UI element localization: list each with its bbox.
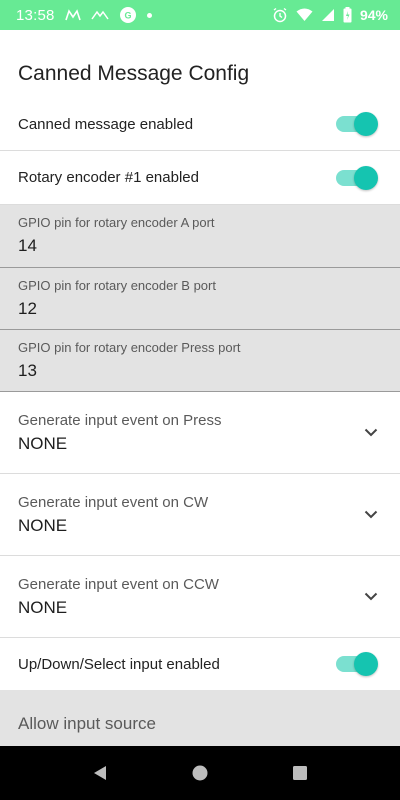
chevron-down-icon[interactable] [364,586,378,605]
chevron-down-icon[interactable] [364,504,378,523]
gpio-pin-a-field[interactable]: GPIO pin for rotary encoder A port 14 [0,205,400,268]
allow-input-source-field[interactable]: Allow input source [0,690,400,746]
wifi-icon [296,8,313,22]
status-right: 94% [272,7,388,23]
recents-icon[interactable] [285,758,315,788]
gpio-pin-press-label: GPIO pin for rotary encoder Press port [18,340,241,355]
event-on-ccw-value: NONE [18,598,68,617]
event-on-cw-value: NONE [18,516,68,535]
status-left: 13:58 G [16,6,152,24]
event-on-press-dropdown[interactable]: Generate input event on Press NONE [0,392,400,474]
settings-page: Canned Message Config Canned message ena… [0,30,400,746]
home-icon[interactable] [185,758,215,788]
gpio-pin-press-value[interactable]: 13 [18,361,37,381]
app-badge-icon: G [119,6,137,24]
navigation-bar [0,746,400,800]
event-on-press-label: Generate input event on Press [18,412,222,429]
gpio-pin-press-field[interactable]: GPIO pin for rotary encoder Press port 1… [0,330,400,392]
updown-select-enabled-row[interactable]: Up/Down/Select input enabled [0,638,400,690]
svg-text:G: G [124,11,131,21]
status-time: 13:58 [16,6,55,24]
gpio-pin-a-label: GPIO pin for rotary encoder A port [18,215,215,230]
switch-knob [354,112,378,136]
canned-message-enabled-label: Canned message enabled [18,115,194,133]
event-on-press-value: NONE [18,434,68,453]
event-on-ccw-label: Generate input event on CCW [18,576,219,593]
gpio-pin-a-value[interactable]: 14 [18,236,37,256]
notification-dot-icon [146,12,152,18]
gpio-pin-b-label: GPIO pin for rotary encoder B port [18,278,216,293]
allow-input-source-label: Allow input source [18,714,156,733]
signal-wave-icon [90,9,109,21]
sim-m-icon [64,9,81,21]
updown-select-enabled-label: Up/Down/Select input enabled [18,655,220,673]
battery-percentage: 94% [359,7,388,23]
status-bar: 13:58 G 94% [0,0,400,30]
battery-icon [343,7,352,23]
switch-knob [354,652,378,676]
back-icon[interactable] [85,758,115,788]
event-on-cw-dropdown[interactable]: Generate input event on CW NONE [0,474,400,556]
gpio-pin-b-value[interactable]: 12 [18,299,37,319]
chevron-down-icon[interactable] [364,422,378,441]
event-on-cw-label: Generate input event on CW [18,494,209,511]
rotary-encoder-enabled-switch[interactable] [336,165,378,190]
rotary-encoder-enabled-row[interactable]: Rotary encoder #1 enabled [0,151,400,205]
gpio-pin-b-field[interactable]: GPIO pin for rotary encoder B port 12 [0,268,400,330]
updown-select-enabled-switch[interactable] [336,652,378,676]
event-on-ccw-dropdown[interactable]: Generate input event on CCW NONE [0,556,400,638]
canned-message-enabled-switch[interactable] [336,112,378,136]
page-title: Canned Message Config [18,62,250,85]
switch-knob [354,165,378,190]
canned-message-enabled-row[interactable]: Canned message enabled [0,98,400,151]
alarm-icon [272,7,288,23]
rotary-encoder-enabled-label: Rotary encoder #1 enabled [18,169,199,186]
signal-icon [321,8,335,22]
